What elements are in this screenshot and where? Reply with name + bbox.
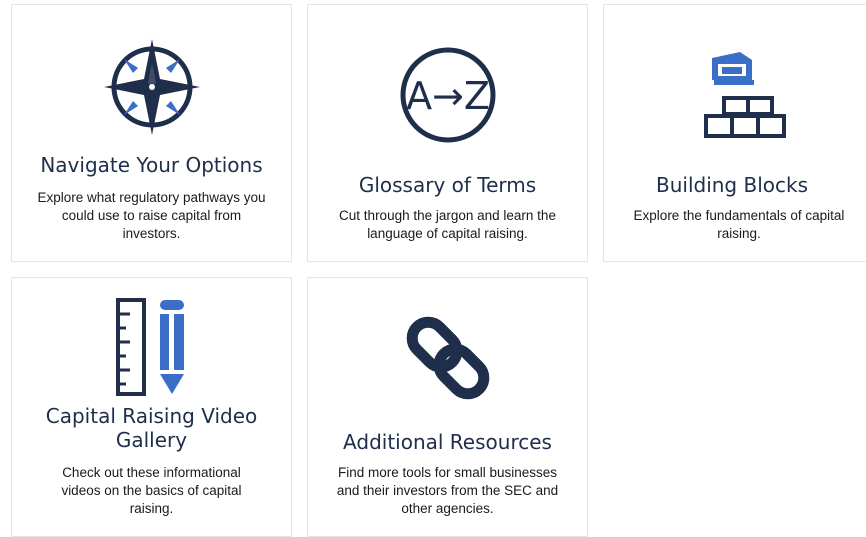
- card-additional-resources[interactable]: Additional Resources Find more tools for…: [307, 277, 588, 537]
- card-title: Glossary of Terms: [358, 173, 537, 197]
- card-description: Explore what regulatory pathways you cou…: [37, 190, 266, 241]
- card-description: Check out these informational videos on …: [61, 465, 242, 516]
- card-title: Capital Raising Video Gallery: [45, 404, 258, 452]
- card-description: Find more tools for small businesses and…: [336, 465, 559, 516]
- card-description: Cut through the jargon and learn the lan…: [339, 208, 556, 241]
- a-to-z-glossary-icon: A→Z: [400, 47, 496, 143]
- card-description: Explore the fundamentals of capital rais…: [633, 208, 845, 241]
- glossary-icon-text: A→Z: [406, 74, 490, 118]
- building-blocks-icon: [704, 52, 786, 138]
- chain-link-icon: [406, 316, 490, 400]
- card-capital-raising-video-gallery[interactable]: Capital Raising Video Gallery Check out …: [11, 277, 292, 537]
- card-title: Building Blocks: [655, 173, 808, 197]
- card-building-blocks[interactable]: Building Blocks Explore the fundamentals…: [603, 4, 866, 262]
- card-navigate-your-options[interactable]: Navigate Your Options Explore what regul…: [11, 4, 292, 262]
- compass-icon: [104, 39, 200, 135]
- card-title: Additional Resources: [343, 430, 552, 454]
- card-glossary-of-terms[interactable]: A→Z Glossary of Terms Cut through the ja…: [307, 4, 588, 262]
- ruler-pencil-icon: [116, 298, 184, 396]
- card-title: Navigate Your Options: [40, 153, 263, 177]
